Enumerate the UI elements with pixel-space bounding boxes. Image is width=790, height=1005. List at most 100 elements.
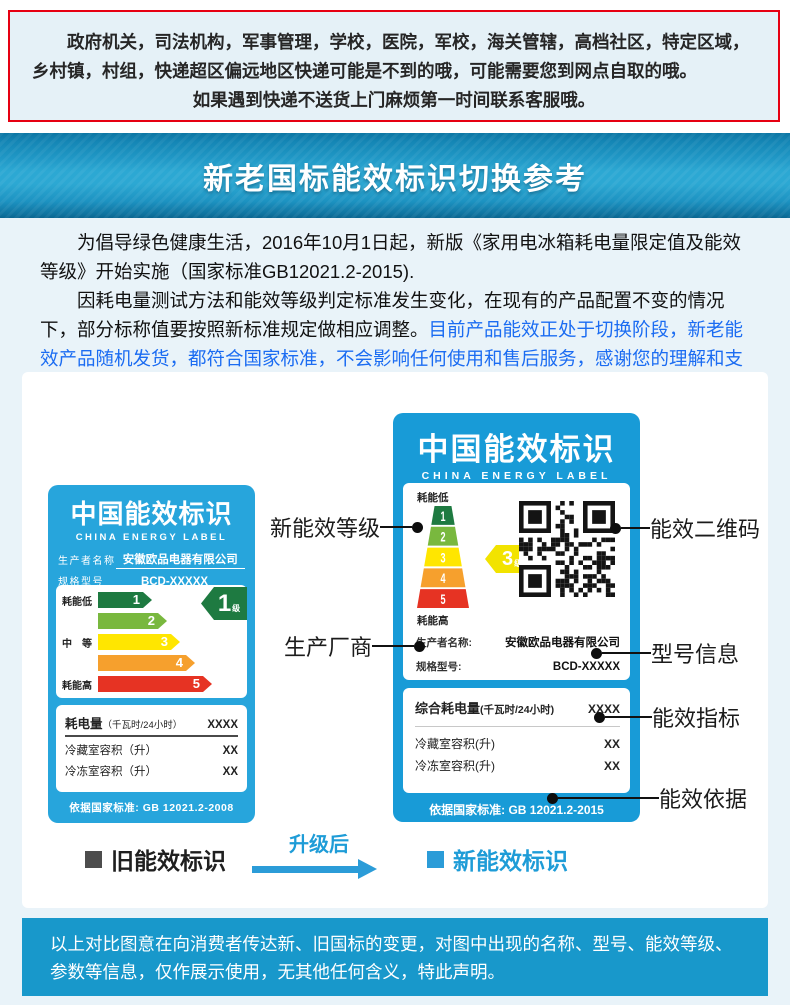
producer-value: 安徽欧品电器有限公司	[116, 551, 246, 569]
old-label-fields: 生产者名称 安徽欧品电器有限公司 规格型号 BCD-XXXXX	[58, 548, 245, 590]
disclaimer-footer: 以上对比图意在向消费者传达新、旧国标的变更，对图中出现的名称、型号、能效等级、 …	[22, 918, 768, 996]
bar-number: 3	[161, 634, 168, 650]
new-label-spec-panel: 综合耗电量(千瓦时/24小时) XXXX 冷藏室容积(升) XX 冷冻室容积(升…	[403, 688, 630, 793]
grade-bar-row-5: 耗能高 5	[62, 676, 241, 692]
callout-line	[372, 645, 414, 647]
spec-fridge-value: XX	[223, 745, 238, 757]
new-spec-fridge-label: 冷藏室容积(升)	[415, 735, 495, 752]
bar-side-label: 耗能低	[62, 593, 98, 608]
caption-new-label: 新能效标识	[427, 842, 568, 876]
old-label-spec-panel: 耗电量（千瓦时/24小时） XXXX 冷藏室容积（升） XX 冷冻室容积（升） …	[56, 705, 247, 792]
grade-bar-1: 1	[98, 592, 152, 608]
bar-side-label: 中 等	[62, 635, 98, 650]
new-model-row: 规格型号: BCD-XXXXX	[416, 659, 620, 674]
new-producer-row: 生产者名称: 安徽欧品电器有限公司	[416, 634, 620, 650]
callout-line	[605, 716, 652, 718]
callout-dot	[412, 522, 423, 533]
callout-dot	[547, 793, 558, 804]
upgrade-arrow: 升级后	[252, 828, 386, 879]
annotation-index: 能效指标	[594, 705, 740, 729]
caption-square-new	[427, 851, 444, 868]
grade-bar-row-4: 4	[62, 655, 241, 671]
new-spec-power-unit: (千瓦时/24小时)	[480, 704, 554, 716]
caption-square-old	[85, 851, 102, 868]
intro-paragraph-1: 为倡导绿色健康生活，2016年10月1日起，新版《家用电冰箱耗电量限定值及能效等…	[40, 228, 752, 286]
new-spec-row-freezer: 冷冻室容积(升) XX	[415, 757, 620, 779]
old-grade-number: 1	[218, 590, 231, 618]
annotation-qr: 能效二维码	[610, 516, 760, 540]
new-spec-row-power: 综合耗电量(千瓦时/24小时) XXXX	[415, 698, 620, 720]
bar-number: 5	[193, 676, 200, 692]
callout-dot	[594, 712, 605, 723]
delivery-notice-box: 政府机关，司法机构，军事管理，学校，医院，军校，海关管辖，高档社区，特定区域， …	[8, 10, 780, 122]
spec-divider	[415, 726, 620, 727]
old-grade-unit: 级	[232, 603, 240, 614]
notice-line-2: 乡村镇，村组，快递超区偏远地区快递可能是不到的哦，可能需要您到网点自取的哦。	[32, 57, 756, 86]
disclaimer-line-1: 以上对比图意在向消费者传达新、旧国标的变更，对图中出现的名称、型号、能效等级、	[50, 930, 740, 958]
grade-bar-2: 2	[98, 613, 167, 629]
spec-power-value: XXXX	[207, 719, 238, 731]
new-spec-power-label: 综合耗电量	[415, 701, 480, 716]
grade-bar-row-3: 中 等 3	[62, 634, 241, 650]
bar-side-label: 耗能高	[62, 677, 98, 692]
spec-fridge-label: 冷藏室容积（升）	[65, 742, 157, 758]
callout-line	[602, 652, 651, 654]
disclaimer-line-2: 参数等信息，仅作展示使用，无其他任何含义，特此声明。	[50, 958, 740, 986]
old-label-subtitle: CHINA ENERGY LABEL	[48, 532, 255, 543]
grade-bar-4: 4	[98, 655, 195, 671]
new-spec-freezer-label: 冷冻室容积(升)	[415, 757, 495, 774]
pyramid-high-label: 耗能高	[417, 613, 449, 628]
new-grade-number: 3	[502, 548, 513, 571]
producer-label: 生产者名称	[58, 552, 116, 569]
new-label-subtitle: CHINA ENERGY LABEL	[393, 470, 640, 482]
callout-line	[621, 527, 650, 529]
spec-power-label: 耗电量	[65, 717, 103, 731]
annotation-new-grade: 新能效等级	[270, 515, 423, 539]
notice-line-1: 政府机关，司法机构，军事管理，学校，医院，军校，海关管辖，高档社区，特定区域，	[32, 28, 756, 57]
spec-row-fridge: 冷藏室容积（升） XX	[65, 742, 238, 763]
qr-code	[519, 501, 615, 597]
new-energy-label: 中国能效标识 CHINA ENERGY LABEL 耗能低 1 2 3 4 5 …	[393, 413, 640, 822]
spec-row-freezer: 冷冻室容积（升） XX	[65, 763, 238, 784]
callout-dot	[414, 641, 425, 652]
annotation-model: 型号信息	[591, 641, 739, 665]
bar-number: 1	[133, 592, 140, 608]
callout-dot	[610, 523, 621, 534]
label-comparison-card: 中国能效标识 CHINA ENERGY LABEL 生产者名称 安徽欧品电器有限…	[22, 372, 768, 908]
old-label-standard: 依据国家标准: GB 12021.2-2008	[48, 800, 255, 815]
old-label-title: 中国能效标识	[48, 494, 255, 531]
new-spec-row-fridge: 冷藏室容积(升) XX	[415, 735, 620, 757]
new-label-title: 中国能效标识	[393, 424, 640, 469]
upgrade-arrow-text: 升级后	[252, 828, 386, 857]
section-banner: 新老国标能效标识切换参考	[0, 133, 790, 218]
old-energy-label: 中国能效标识 CHINA ENERGY LABEL 生产者名称 安徽欧品电器有限…	[48, 485, 255, 823]
new-spec-freezer-value: XX	[604, 759, 620, 773]
old-label-grade-panel: 耗能低 1 2 中 等 3 4 耗能高 5	[56, 585, 247, 698]
notice-line-3: 如果遇到快递不送货上门麻烦第一时间联系客服哦。	[32, 86, 756, 115]
callout-line	[558, 797, 659, 799]
annotation-producer: 生产厂商	[284, 634, 425, 658]
pyramid-low-label: 耗能低	[417, 490, 449, 505]
new-model-label: 规格型号:	[416, 659, 462, 674]
annotation-basis: 能效依据	[547, 786, 747, 810]
spec-freezer-value: XX	[223, 766, 238, 778]
right-arrow-icon	[252, 859, 386, 879]
grade-bar-3: 3	[98, 634, 180, 650]
new-spec-fridge-value: XX	[604, 737, 620, 751]
page: 政府机关，司法机构，军事管理，学校，医院，军校，海关管辖，高档社区，特定区域， …	[0, 0, 790, 1005]
energy-pyramid: 1 2 3 4 5	[417, 506, 469, 608]
callout-line	[380, 526, 412, 528]
spec-freezer-label: 冷冻室容积（升）	[65, 763, 157, 779]
old-label-producer-row: 生产者名称 安徽欧品电器有限公司	[58, 548, 245, 569]
spec-power-unit: （千瓦时/24小时）	[103, 720, 183, 731]
svg-text:2: 2	[440, 530, 445, 545]
grade-bar-5: 5	[98, 676, 212, 692]
spec-row-power: 耗电量（千瓦时/24小时） XXXX	[65, 713, 238, 737]
banner-title: 新老国标能效标识切换参考	[203, 154, 587, 198]
svg-text:5: 5	[440, 592, 445, 607]
callout-dot	[591, 648, 602, 659]
svg-text:1: 1	[440, 509, 445, 524]
svg-text:3: 3	[440, 551, 445, 566]
bar-number: 4	[176, 655, 183, 671]
bar-number: 2	[148, 613, 155, 629]
